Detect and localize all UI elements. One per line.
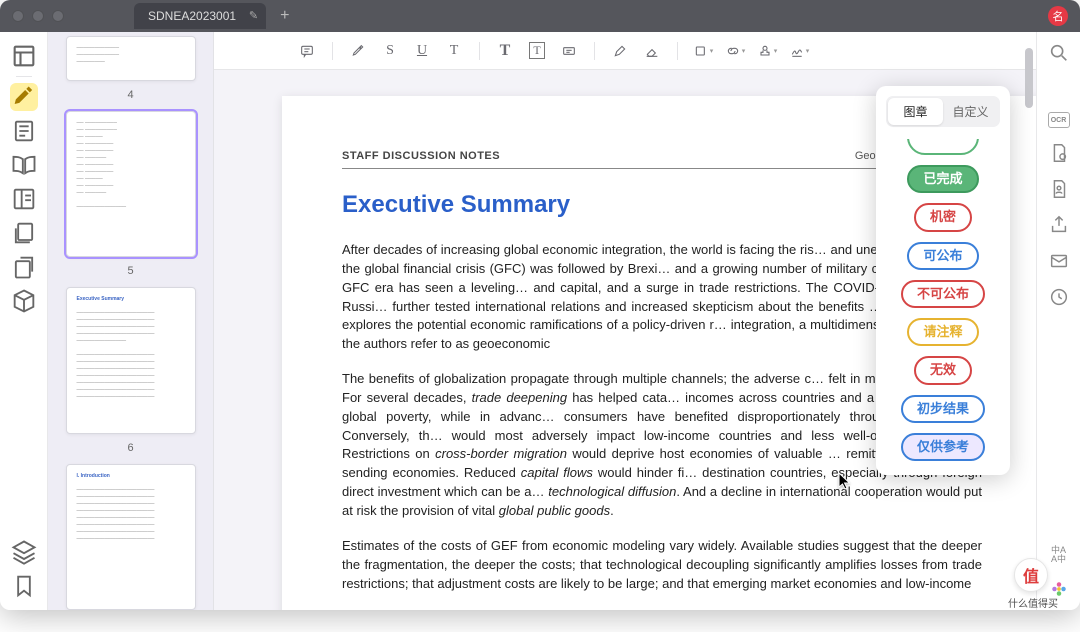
ocr-icon[interactable]: OCR bbox=[1048, 112, 1070, 128]
file-badge-icon[interactable] bbox=[1048, 142, 1070, 164]
stamp-option[interactable]: 仅供参考 bbox=[901, 433, 985, 461]
highlight-icon[interactable] bbox=[10, 83, 38, 111]
clock-icon[interactable] bbox=[1048, 286, 1070, 308]
stack-copy-icon[interactable] bbox=[10, 219, 38, 247]
traffic-lights bbox=[12, 10, 64, 22]
right-tool-rail: OCR 中AA中 bbox=[1036, 32, 1080, 610]
link-dropdown[interactable]: ▾ bbox=[722, 38, 748, 64]
body-paragraph: Estimates of the costs of GEF from econo… bbox=[342, 537, 982, 594]
stamp-option[interactable]: 可公布 bbox=[907, 242, 978, 270]
segment-stamp[interactable]: 图章 bbox=[888, 98, 943, 125]
underline-icon[interactable]: U bbox=[409, 38, 435, 64]
page-number: 4 bbox=[127, 89, 133, 101]
book-open-icon[interactable] bbox=[10, 151, 38, 179]
edit-tab-icon[interactable]: ✎ bbox=[249, 9, 258, 22]
file-person-icon[interactable] bbox=[1048, 178, 1070, 200]
site-watermark: 值 什么值得买 bbox=[1006, 558, 1058, 610]
document-tab[interactable]: SDNEA2023001 ✎ bbox=[134, 3, 266, 29]
strikethrough-icon[interactable]: S bbox=[377, 38, 403, 64]
textbox-icon[interactable]: T bbox=[524, 38, 550, 64]
stack-rotate-icon[interactable] bbox=[10, 253, 38, 281]
pen-icon[interactable] bbox=[607, 38, 633, 64]
form-field-icon[interactable] bbox=[556, 38, 582, 64]
segment-custom[interactable]: 自定义 bbox=[943, 98, 998, 125]
page-thumbnail[interactable]: ── ─────────── ─────────── ─────── ─────… bbox=[66, 111, 196, 257]
user-avatar[interactable]: 名 bbox=[1048, 6, 1068, 26]
left-tool-rail bbox=[0, 32, 48, 610]
bookmark-icon[interactable] bbox=[10, 572, 38, 600]
thumbnail-panel: ──────────────────────────────── 4 ── ──… bbox=[48, 32, 214, 610]
vertical-scrollbar[interactable] bbox=[1024, 44, 1034, 598]
stamp-option[interactable]: 机密 bbox=[914, 203, 972, 231]
note-edit-icon[interactable] bbox=[10, 117, 38, 145]
page-number: 6 bbox=[127, 442, 133, 454]
stamp-option[interactable]: 初步结果 bbox=[901, 395, 985, 423]
squiggly-icon[interactable]: T bbox=[441, 38, 467, 64]
cube-outline-icon[interactable] bbox=[10, 287, 38, 315]
panel-list-icon[interactable] bbox=[10, 185, 38, 213]
share-icon[interactable] bbox=[1048, 214, 1070, 236]
new-tab-button[interactable]: + bbox=[280, 7, 289, 25]
annotation-toolbar: S U T T T ▾ ▾ ▾ ▾ bbox=[214, 32, 1036, 70]
window-titlebar: SDNEA2023001 ✎ + 名 bbox=[0, 0, 1080, 32]
close-dot[interactable] bbox=[12, 10, 24, 22]
stamp-option[interactable]: 已完成 bbox=[907, 165, 978, 193]
page-thumbnail[interactable]: I. Introduction─────────────────────────… bbox=[66, 464, 196, 610]
layers-icon[interactable] bbox=[10, 538, 38, 566]
stamp-popover: 图章 自定义 已完成机密可公布不可公布请注释无效初步结果仅供参考 bbox=[876, 86, 1010, 475]
stamp-option[interactable]: 无效 bbox=[914, 356, 972, 384]
search-icon[interactable] bbox=[1048, 42, 1070, 64]
eraser-icon[interactable] bbox=[639, 38, 665, 64]
mail-icon[interactable] bbox=[1048, 250, 1070, 272]
page-number: 5 bbox=[127, 265, 133, 277]
minimize-dot[interactable] bbox=[32, 10, 44, 22]
scrollbar-thumb[interactable] bbox=[1025, 48, 1033, 108]
page-layout-icon[interactable] bbox=[10, 42, 38, 70]
stamp-option[interactable]: 不可公布 bbox=[901, 280, 985, 308]
highlighter-icon[interactable] bbox=[345, 38, 371, 64]
signature-dropdown[interactable]: ▾ bbox=[786, 38, 812, 64]
page-thumbnail[interactable]: Executive Summary───────────────────────… bbox=[66, 287, 196, 433]
stamp-option[interactable]: 请注释 bbox=[907, 318, 978, 346]
text-icon[interactable]: T bbox=[492, 38, 518, 64]
popover-segmented-control: 图章 自定义 bbox=[886, 96, 1000, 127]
zoom-dot[interactable] bbox=[52, 10, 64, 22]
stamp-dropdown[interactable]: ▾ bbox=[754, 38, 780, 64]
page-header-left: STAFF DISCUSSION NOTES bbox=[342, 150, 500, 162]
page-thumbnail[interactable]: ──────────────────────────────── bbox=[66, 36, 196, 81]
tab-title: SDNEA2023001 bbox=[148, 9, 236, 23]
chat-note-icon[interactable] bbox=[294, 38, 320, 64]
shape-dropdown[interactable]: ▾ bbox=[690, 38, 716, 64]
